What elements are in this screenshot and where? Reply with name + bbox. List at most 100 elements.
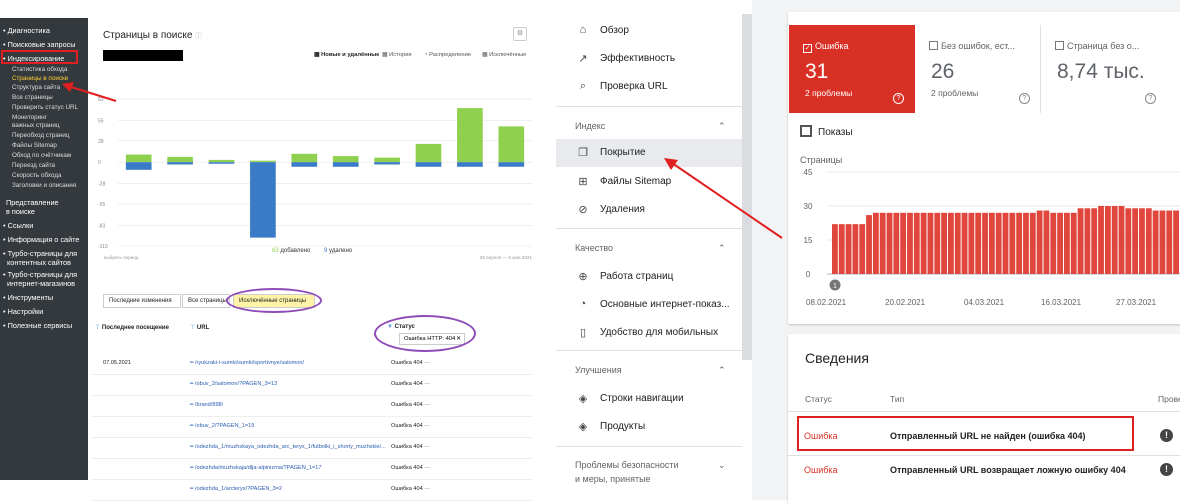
chevron-up-icon[interactable]: ⌃ (718, 365, 726, 376)
table-row[interactable]: 07.05.2021 ━ /ryukzaki-i-sumki/sumki/spor… (92, 354, 532, 375)
bar-error-pages (954, 212, 961, 274)
sidebar-subitem-titles[interactable]: Заголовки и описания (12, 182, 76, 189)
section-improvements[interactable]: Улучшения (575, 365, 622, 375)
tab-new-and-removed[interactable]: ▦ Новые и удалённые (314, 52, 379, 58)
nav-coverage[interactable]: Покрытие (600, 147, 646, 158)
sidebar-scrollbar[interactable] (742, 14, 752, 360)
sidebar-subitem-pages-in-search[interactable]: Страницы в поиске (12, 75, 68, 82)
table-row[interactable]: ━ /brand/898/Ошибка 404 ··· (92, 396, 532, 417)
bar-error-pages (1098, 206, 1104, 274)
sidebar-item-site-info[interactable]: Информация о сайте (3, 235, 80, 244)
row-url-link[interactable]: ━ /brand/898/ (190, 402, 223, 408)
row-url-link[interactable]: ━ /odezhda/muzhskaja/dlja-alpinizma/?PAG… (190, 465, 322, 471)
sidebar-subitem-site-move[interactable]: Переезд сайта (12, 162, 55, 169)
bar-error-pages (1132, 208, 1139, 274)
stat-valid[interactable]: Страница без о... 8,74 тыс. ? (1041, 25, 1180, 113)
x-start-label[interactable]: выбрать период (104, 255, 139, 260)
chevron-up-icon[interactable]: ⌃ (718, 121, 726, 132)
nav-page-experience[interactable]: Работа страниц (600, 271, 673, 282)
sidebar-subitem-recrawl[interactable]: Переобход страниц (12, 132, 69, 139)
nav-sitemaps[interactable]: Файлы Sitemap (600, 176, 671, 187)
sidebar-subitem-monitoring-2[interactable]: важных страниц (12, 122, 60, 129)
sidebar-subitem-monitoring[interactable]: Мониторинг (12, 114, 47, 121)
sidebar-subitem-check-url[interactable]: Проверить статус URL (12, 104, 78, 111)
settings-gear-icon[interactable]: ⚙ (513, 27, 527, 41)
nav-overview[interactable]: Обзор (600, 25, 629, 36)
table-row[interactable]: ━ /obuv_2/salomon/?PAGEN_3=13 Ошибка 404 … (92, 375, 532, 396)
info-icon[interactable]: ⓘ (195, 33, 202, 40)
nav-breadcrumbs[interactable]: Строки навигации (600, 393, 684, 404)
sidebar-item-turbo-shops-2[interactable]: интернет-магазинов (7, 279, 75, 288)
tab-history[interactable]: ▦ История (382, 52, 412, 58)
eye-off-icon: ⊘ (578, 204, 588, 216)
nav-core-web-vitals[interactable]: Основные интернет-показ... (600, 299, 730, 310)
row-url-link[interactable]: ━ /obuv_2/?PAGEN_1=19 (190, 423, 254, 429)
sidebar-item-tools[interactable]: Инструменты (3, 293, 54, 302)
row-type[interactable]: Отправленный URL возвращает ложную ошибк… (890, 465, 1126, 475)
sidebar-item-turbo-shops[interactable]: Турбо-страницы для (3, 270, 77, 279)
y-tick-label: -110 (98, 244, 108, 250)
row-status: Ошибка 404 ··· (391, 444, 430, 450)
col-url[interactable]: ⊤ URL (190, 324, 209, 331)
section-index[interactable]: Индекс (575, 121, 605, 131)
page-tab-recent[interactable]: Последние изменения (103, 294, 181, 308)
sidebar-item-turbo-content-2[interactable]: контентных сайтов (7, 258, 71, 267)
stat-error[interactable]: ✓ Ошибка 31 2 проблемы ? (789, 25, 915, 113)
nav-performance[interactable]: Эффективность (600, 53, 675, 64)
y-tick-label: 55 (98, 118, 104, 124)
bar-error-pages (927, 212, 934, 274)
row-url-link[interactable]: ━ /ryukzaki-i-sumki/sumki/sportivnye/sal… (190, 360, 304, 366)
table-row[interactable]: ━ /odezhda_1/arcteryx/?PAGEN_3=2 Ошибка 4… (92, 480, 532, 501)
tab-excluded[interactable]: ▦ Исключённые (482, 52, 526, 58)
col-type-g: Тип (890, 394, 905, 404)
bar-error-pages (1064, 212, 1070, 274)
chevron-up-icon[interactable]: ⌃ (718, 243, 726, 254)
stat-valid-warnings[interactable]: Без ошибок, ест... 26 2 проблемы ? (915, 25, 1041, 113)
nav-url-inspection[interactable]: Проверка URL (600, 81, 668, 92)
help-icon[interactable]: ? (893, 93, 904, 104)
col-check-g: Прове (1158, 394, 1180, 404)
sidebar-item-useful-services[interactable]: Полезные сервисы (3, 321, 73, 330)
bar-error-pages (872, 212, 879, 274)
tab-distribution[interactable]: ◔ Распределение (424, 52, 471, 58)
page-tab-all[interactable]: Все страницы (182, 294, 230, 308)
sidebar-subitem-crawl-speed[interactable]: Скорость обхода (12, 172, 61, 179)
table-divider (788, 455, 1180, 456)
section-security[interactable]: Проблемы безопасности (575, 460, 679, 470)
search-icon: ⌕ (579, 80, 587, 92)
nav-mobile-usability[interactable]: Удобство для мобильных (600, 327, 718, 338)
chevron-down-icon[interactable]: ⌄ (718, 460, 726, 471)
x-tick-label: 16.03.2021 (1041, 298, 1082, 307)
sidebar-item-settings[interactable]: Настройки (3, 307, 44, 316)
sidebar-item-representation[interactable]: Представление (6, 198, 59, 207)
sidebar-subitem-site-structure[interactable]: Структура сайта (12, 84, 60, 91)
impressions-checkbox[interactable]: Показы (800, 125, 853, 138)
nav-removals[interactable]: Удаления (600, 204, 645, 215)
row-url-link[interactable]: ━ /odezhda_1/arcteryx/?PAGEN_3=2 (190, 486, 282, 492)
annotation-label: 1 (833, 283, 837, 290)
table-row[interactable]: ━ /odezhda/muzhskaja/dlja-alpinizma/?PAG… (92, 459, 532, 480)
section-quality[interactable]: Качество (575, 243, 613, 253)
bar-error-pages (941, 212, 947, 274)
bar-removed (291, 162, 318, 167)
row-url-link[interactable]: ━ /obuv_2/salomon/?PAGEN_3=13 (190, 381, 277, 387)
sidebar-subitem-crawl-stats[interactable]: Статистика обхода (12, 66, 67, 73)
table-row[interactable]: ━ /odezhda_1/muzhskaya_odezhda_arc_teryx… (92, 438, 532, 459)
nav-products[interactable]: Продукты (600, 421, 645, 432)
section-security-2[interactable]: и меры, принятые (575, 474, 651, 484)
sidebar-item-diagnostics[interactable]: Диагностика (3, 26, 50, 35)
help-icon[interactable]: ? (1019, 93, 1030, 104)
sidebar-item-links[interactable]: Ссылки (3, 221, 34, 230)
sidebar-subitem-sitemap[interactable]: Файлы Sitemap (12, 142, 57, 149)
sidebar-item-turbo-content[interactable]: Турбо-страницы для (3, 249, 77, 258)
sidebar-item-representation-2[interactable]: в поиске (6, 207, 35, 216)
table-row[interactable]: ━ /obuv_2/?PAGEN_1=19 Ошибка 404 ··· (92, 417, 532, 438)
row-url-link[interactable]: ━ /odezhda_1/muzhskaya_odezhda_arc_teryx… (190, 444, 386, 450)
help-icon[interactable]: ? (1145, 93, 1156, 104)
sidebar-subitem-counter-crawl[interactable]: Обход по счётчикам (12, 152, 71, 159)
col-last-visit[interactable]: ⊤ Последнее посещение (95, 324, 169, 331)
sidebar-item-search-queries[interactable]: Поисковые запросы (3, 40, 76, 49)
row-status[interactable]: Ошибка (804, 465, 838, 475)
home-icon: ⌂ (579, 24, 587, 36)
sidebar-subitem-all-pages[interactable]: Все страницы (12, 94, 53, 101)
